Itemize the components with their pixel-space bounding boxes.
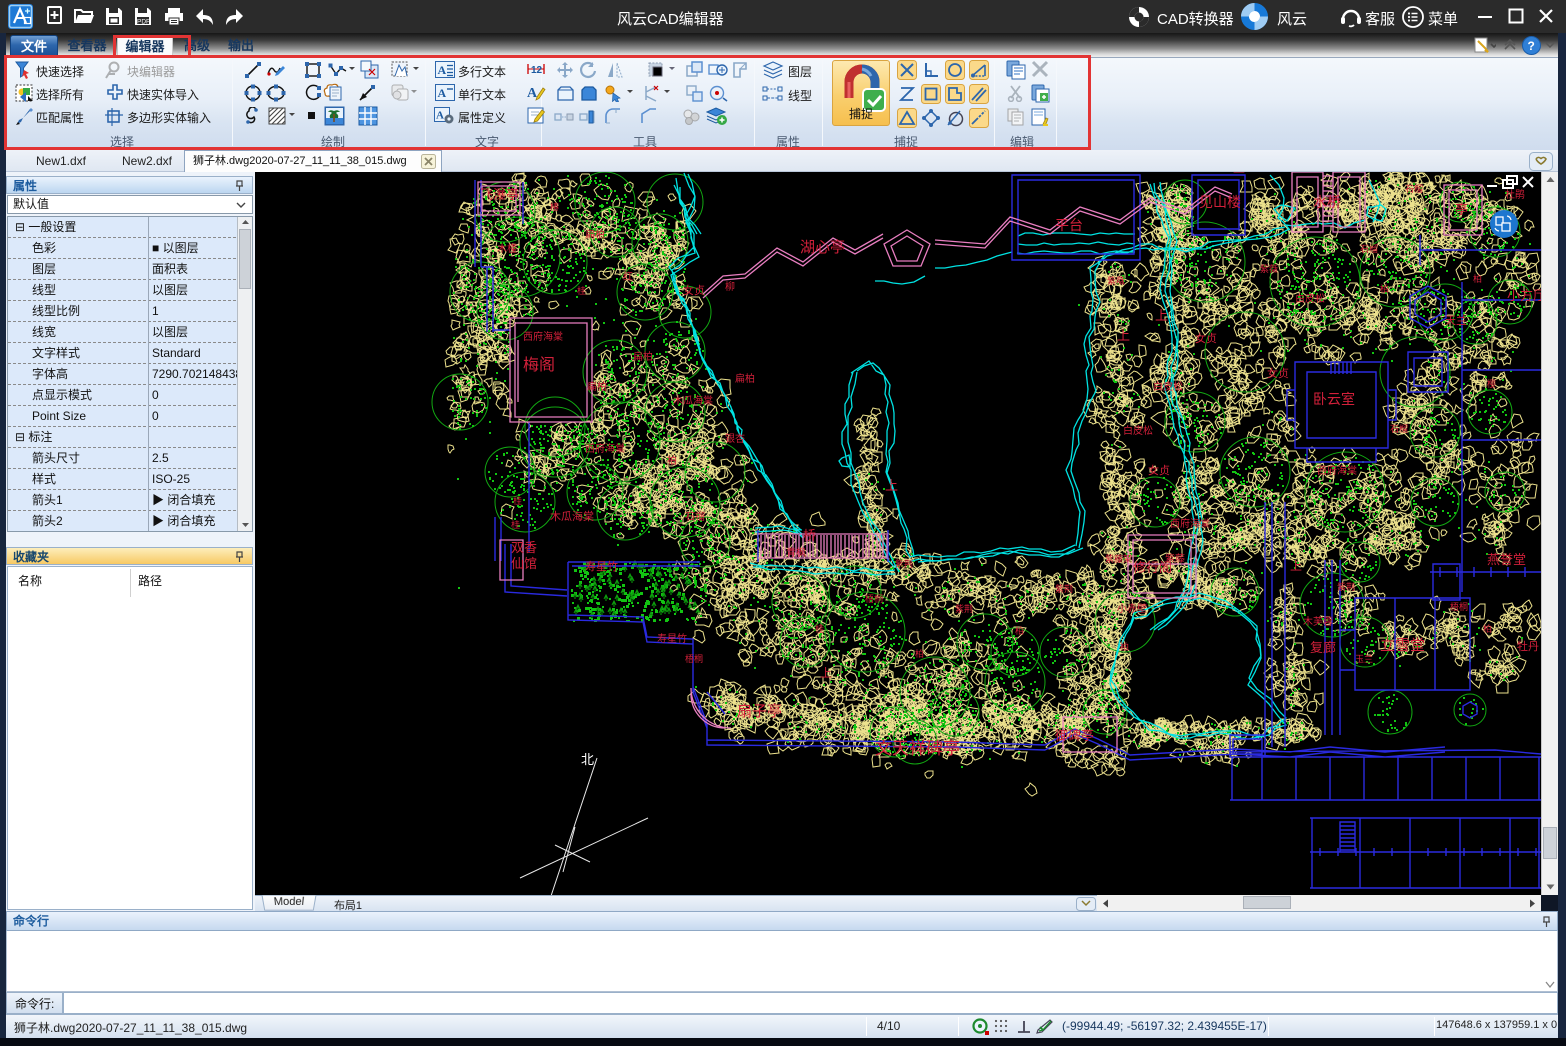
svg-text:木瓜海棠: 木瓜海棠	[673, 394, 713, 407]
svg-text:木槿: 木槿	[497, 242, 517, 255]
svg-text:石榴: 石榴	[1390, 423, 1408, 434]
svg-text:桂: 桂	[815, 623, 824, 634]
svg-text:复廊: 复廊	[1310, 640, 1336, 655]
svg-text:平台: 平台	[1055, 217, 1083, 233]
svg-text:文天祥碑亭: 文天祥碑亭	[875, 739, 960, 758]
svg-text:紫薇: 紫薇	[1260, 263, 1278, 274]
svg-text:飞瀑亭: 飞瀑亭	[480, 187, 519, 202]
svg-text:牡丹: 牡丹	[1517, 639, 1539, 653]
svg-text:紫荆: 紫荆	[1337, 581, 1355, 592]
svg-text:梧桐: 梧桐	[1450, 601, 1468, 612]
svg-text:小方厅: 小方厅	[1507, 288, 1541, 303]
svg-text:红: 红	[623, 270, 633, 283]
svg-text:白皮松: 白皮松	[1123, 424, 1153, 437]
svg-text:石榴: 石榴	[1405, 183, 1423, 194]
svg-text:杜鹃: 杜鹃	[1505, 188, 1525, 201]
svg-text:扁柏: 扁柏	[735, 372, 755, 385]
svg-text:亭: 亭	[1455, 202, 1468, 217]
svg-text:上: 上	[1117, 328, 1130, 343]
svg-text:水桥: 水桥	[1313, 194, 1341, 210]
svg-text:紫荆: 紫荆	[895, 558, 913, 569]
svg-text:紫薇: 紫薇	[1107, 275, 1125, 286]
svg-text:柏: 柏	[1380, 283, 1389, 294]
svg-text:柏: 柏	[915, 648, 924, 659]
svg-text:上: 上	[1155, 308, 1168, 323]
svg-text:柏: 柏	[1015, 625, 1024, 636]
svg-text:仙馆: 仙馆	[511, 556, 537, 571]
svg-text:柏: 柏	[667, 454, 677, 467]
svg-text:见山楼: 见山楼	[1199, 194, 1241, 210]
svg-text:西府海棠: 西府海棠	[1317, 464, 1357, 477]
svg-text:紫荆: 紫荆	[955, 603, 973, 614]
svg-text:上: 上	[1233, 172, 1245, 175]
svg-text:女贞: 女贞	[1267, 366, 1289, 380]
svg-text:柏: 柏	[1483, 623, 1492, 634]
svg-text:小赤壁: 小赤壁	[1117, 602, 1147, 615]
svg-text:北: 北	[581, 752, 594, 767]
svg-text:石榴: 石榴	[685, 510, 705, 523]
svg-text:PDF: PDF	[137, 19, 150, 26]
svg-text:柏: 柏	[1473, 273, 1482, 284]
svg-text:白皮松: 白皮松	[1153, 380, 1183, 393]
svg-text:木芙蓉: 木芙蓉	[1303, 615, 1333, 628]
svg-text:女贞: 女贞	[683, 283, 705, 297]
svg-text:女贞: 女贞	[1148, 463, 1170, 477]
svg-text:西府海棠: 西府海棠	[585, 442, 625, 455]
svg-text:寿星竹: 寿星竹	[585, 559, 618, 573]
svg-text:桥: 桥	[803, 528, 816, 543]
svg-text:寿星竹: 寿星竹	[657, 632, 687, 645]
svg-text:上: 上	[1290, 559, 1302, 573]
svg-text:卧云室: 卧云室	[1313, 391, 1355, 407]
svg-text:扁柏: 扁柏	[585, 228, 605, 241]
svg-text:湖心亭: 湖心亭	[800, 238, 845, 256]
svg-text:紫荆: 紫荆	[1055, 583, 1073, 594]
svg-text:?: ?	[1528, 39, 1535, 53]
svg-text:柳: 柳	[725, 280, 735, 293]
svg-text:扁柏: 扁柏	[587, 380, 607, 393]
svg-text:樱: 樱	[1487, 378, 1496, 389]
svg-text:梧桐: 梧桐	[685, 653, 703, 664]
svg-text:天兰: 天兰	[1445, 314, 1467, 327]
svg-text:御碑亭: 御碑亭	[1055, 728, 1094, 743]
svg-text:桂: 桂	[513, 495, 522, 506]
svg-text:紫藤架: 紫藤架	[1105, 553, 1132, 564]
svg-text:西府海棠: 西府海棠	[523, 330, 563, 343]
svg-text:青枫: 青枫	[786, 546, 806, 559]
svg-text:上: 上	[820, 666, 832, 680]
svg-text:双香: 双香	[511, 540, 537, 555]
svg-text:女贞: 女贞	[1195, 331, 1217, 345]
svg-text:上: 上	[885, 478, 898, 493]
svg-text:桂: 桂	[511, 519, 520, 530]
svg-text:燕誉堂: 燕誉堂	[1487, 552, 1526, 567]
svg-text:桂: 桂	[577, 285, 586, 296]
svg-text:椿: 椿	[550, 201, 559, 212]
svg-text:木瓜海棠: 木瓜海棠	[550, 509, 594, 523]
svg-text:玉兰: 玉兰	[1355, 653, 1373, 664]
svg-text:白皮松: 白皮松	[1295, 292, 1325, 305]
svg-text:扁柏: 扁柏	[633, 350, 653, 363]
svg-text:梅阁: 梅阁	[523, 356, 555, 374]
svg-text:西府海棠: 西府海棠	[1170, 517, 1210, 530]
svg-text:梧桐: 梧桐	[865, 593, 883, 604]
svg-text:石榴: 石榴	[1360, 243, 1378, 254]
svg-text:柏: 柏	[1120, 641, 1129, 652]
svg-text:立雪堂: 立雪堂	[1380, 637, 1425, 654]
svg-text:扇子亭: 扇子亭	[737, 702, 782, 720]
svg-text:紫藤: 紫藤	[1165, 553, 1185, 565]
svg-text:银杏: 银杏	[725, 432, 745, 445]
